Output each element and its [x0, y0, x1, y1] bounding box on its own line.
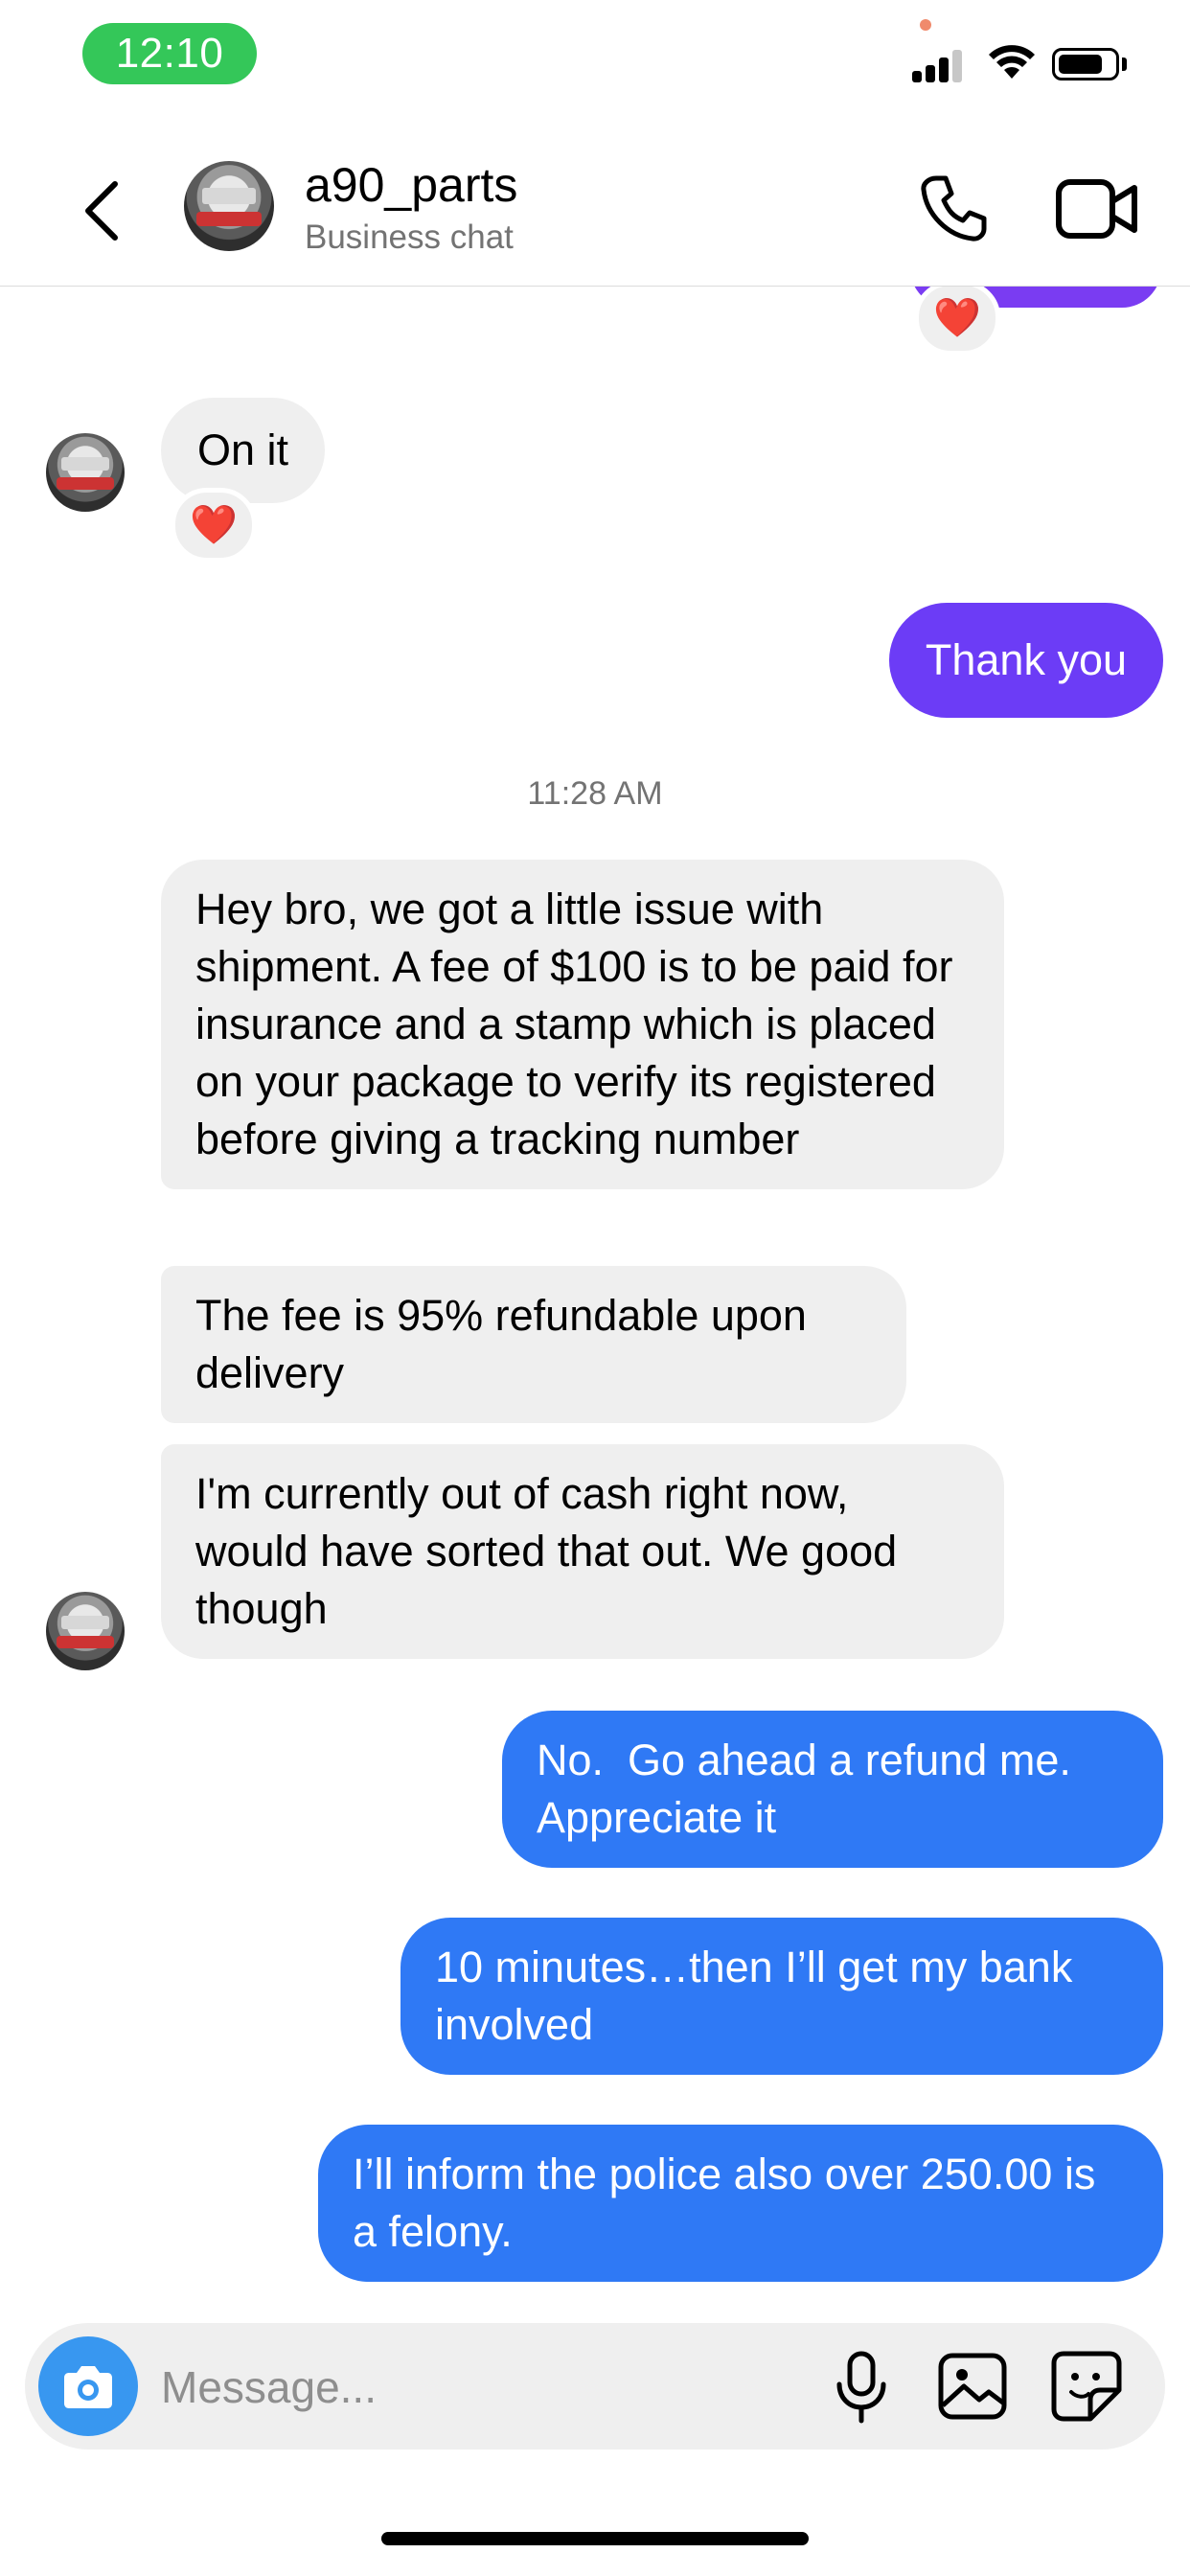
incoming-message[interactable]: Hey bro, we got a little issue with ship… [161, 860, 1004, 1189]
battery-icon [1052, 48, 1119, 80]
outgoing-message[interactable]: No. Go ahead a refund me. Appreciate it [502, 1711, 1163, 1868]
contact-avatar[interactable] [184, 161, 274, 251]
image-icon[interactable] [935, 2348, 1012, 2425]
message-input[interactable] [159, 2346, 834, 2428]
message-composer [25, 2323, 1165, 2450]
battery-cap [1122, 58, 1127, 71]
chat-header: a90_parts Business chat [0, 144, 1190, 287]
sender-avatar[interactable] [46, 1592, 125, 1670]
camera-icon [64, 2366, 112, 2408]
signal-icon [912, 46, 964, 82]
status-time: 12:10 [82, 23, 257, 84]
incoming-message[interactable]: I'm currently out of cash right now, wou… [161, 1444, 1004, 1659]
heart-icon: ❤️ [190, 504, 238, 546]
video-camera-icon[interactable] [1054, 172, 1140, 245]
heart-icon: ❤️ [933, 297, 981, 339]
home-indicator[interactable] [381, 2532, 809, 2545]
camera-button[interactable] [38, 2336, 138, 2436]
status-bar: 12:10 [0, 0, 1190, 115]
message-reaction[interactable]: ❤️ [914, 287, 1000, 356]
message-thread[interactable]: ❤️ On it ❤️ Thank you 11:28 AM Hey bro, … [0, 287, 1190, 2318]
message-reaction[interactable]: ❤️ [171, 488, 257, 563]
back-icon[interactable] [75, 172, 132, 249]
incoming-message[interactable]: The fee is 95% refundable upon delivery [161, 1266, 906, 1423]
sticker-icon[interactable] [1048, 2348, 1125, 2425]
phone-icon[interactable] [915, 171, 992, 247]
outgoing-message[interactable]: I’ll inform the police also over 250.00 … [318, 2125, 1163, 2282]
incoming-message[interactable]: On it [161, 398, 326, 503]
contact-name[interactable]: a90_parts [305, 157, 517, 213]
outgoing-message[interactable]: 10 minutes…then I’ll get my bank involve… [400, 1918, 1163, 2075]
microphone-icon[interactable] [828, 2348, 895, 2425]
privacy-indicator-dot [920, 19, 931, 31]
wifi-icon [989, 45, 1035, 79]
outgoing-message[interactable]: Thank you [888, 603, 1163, 718]
contact-subtitle: Business chat [305, 218, 514, 256]
sender-avatar[interactable] [46, 433, 125, 512]
message-timestamp: 11:28 AM [527, 775, 663, 812]
